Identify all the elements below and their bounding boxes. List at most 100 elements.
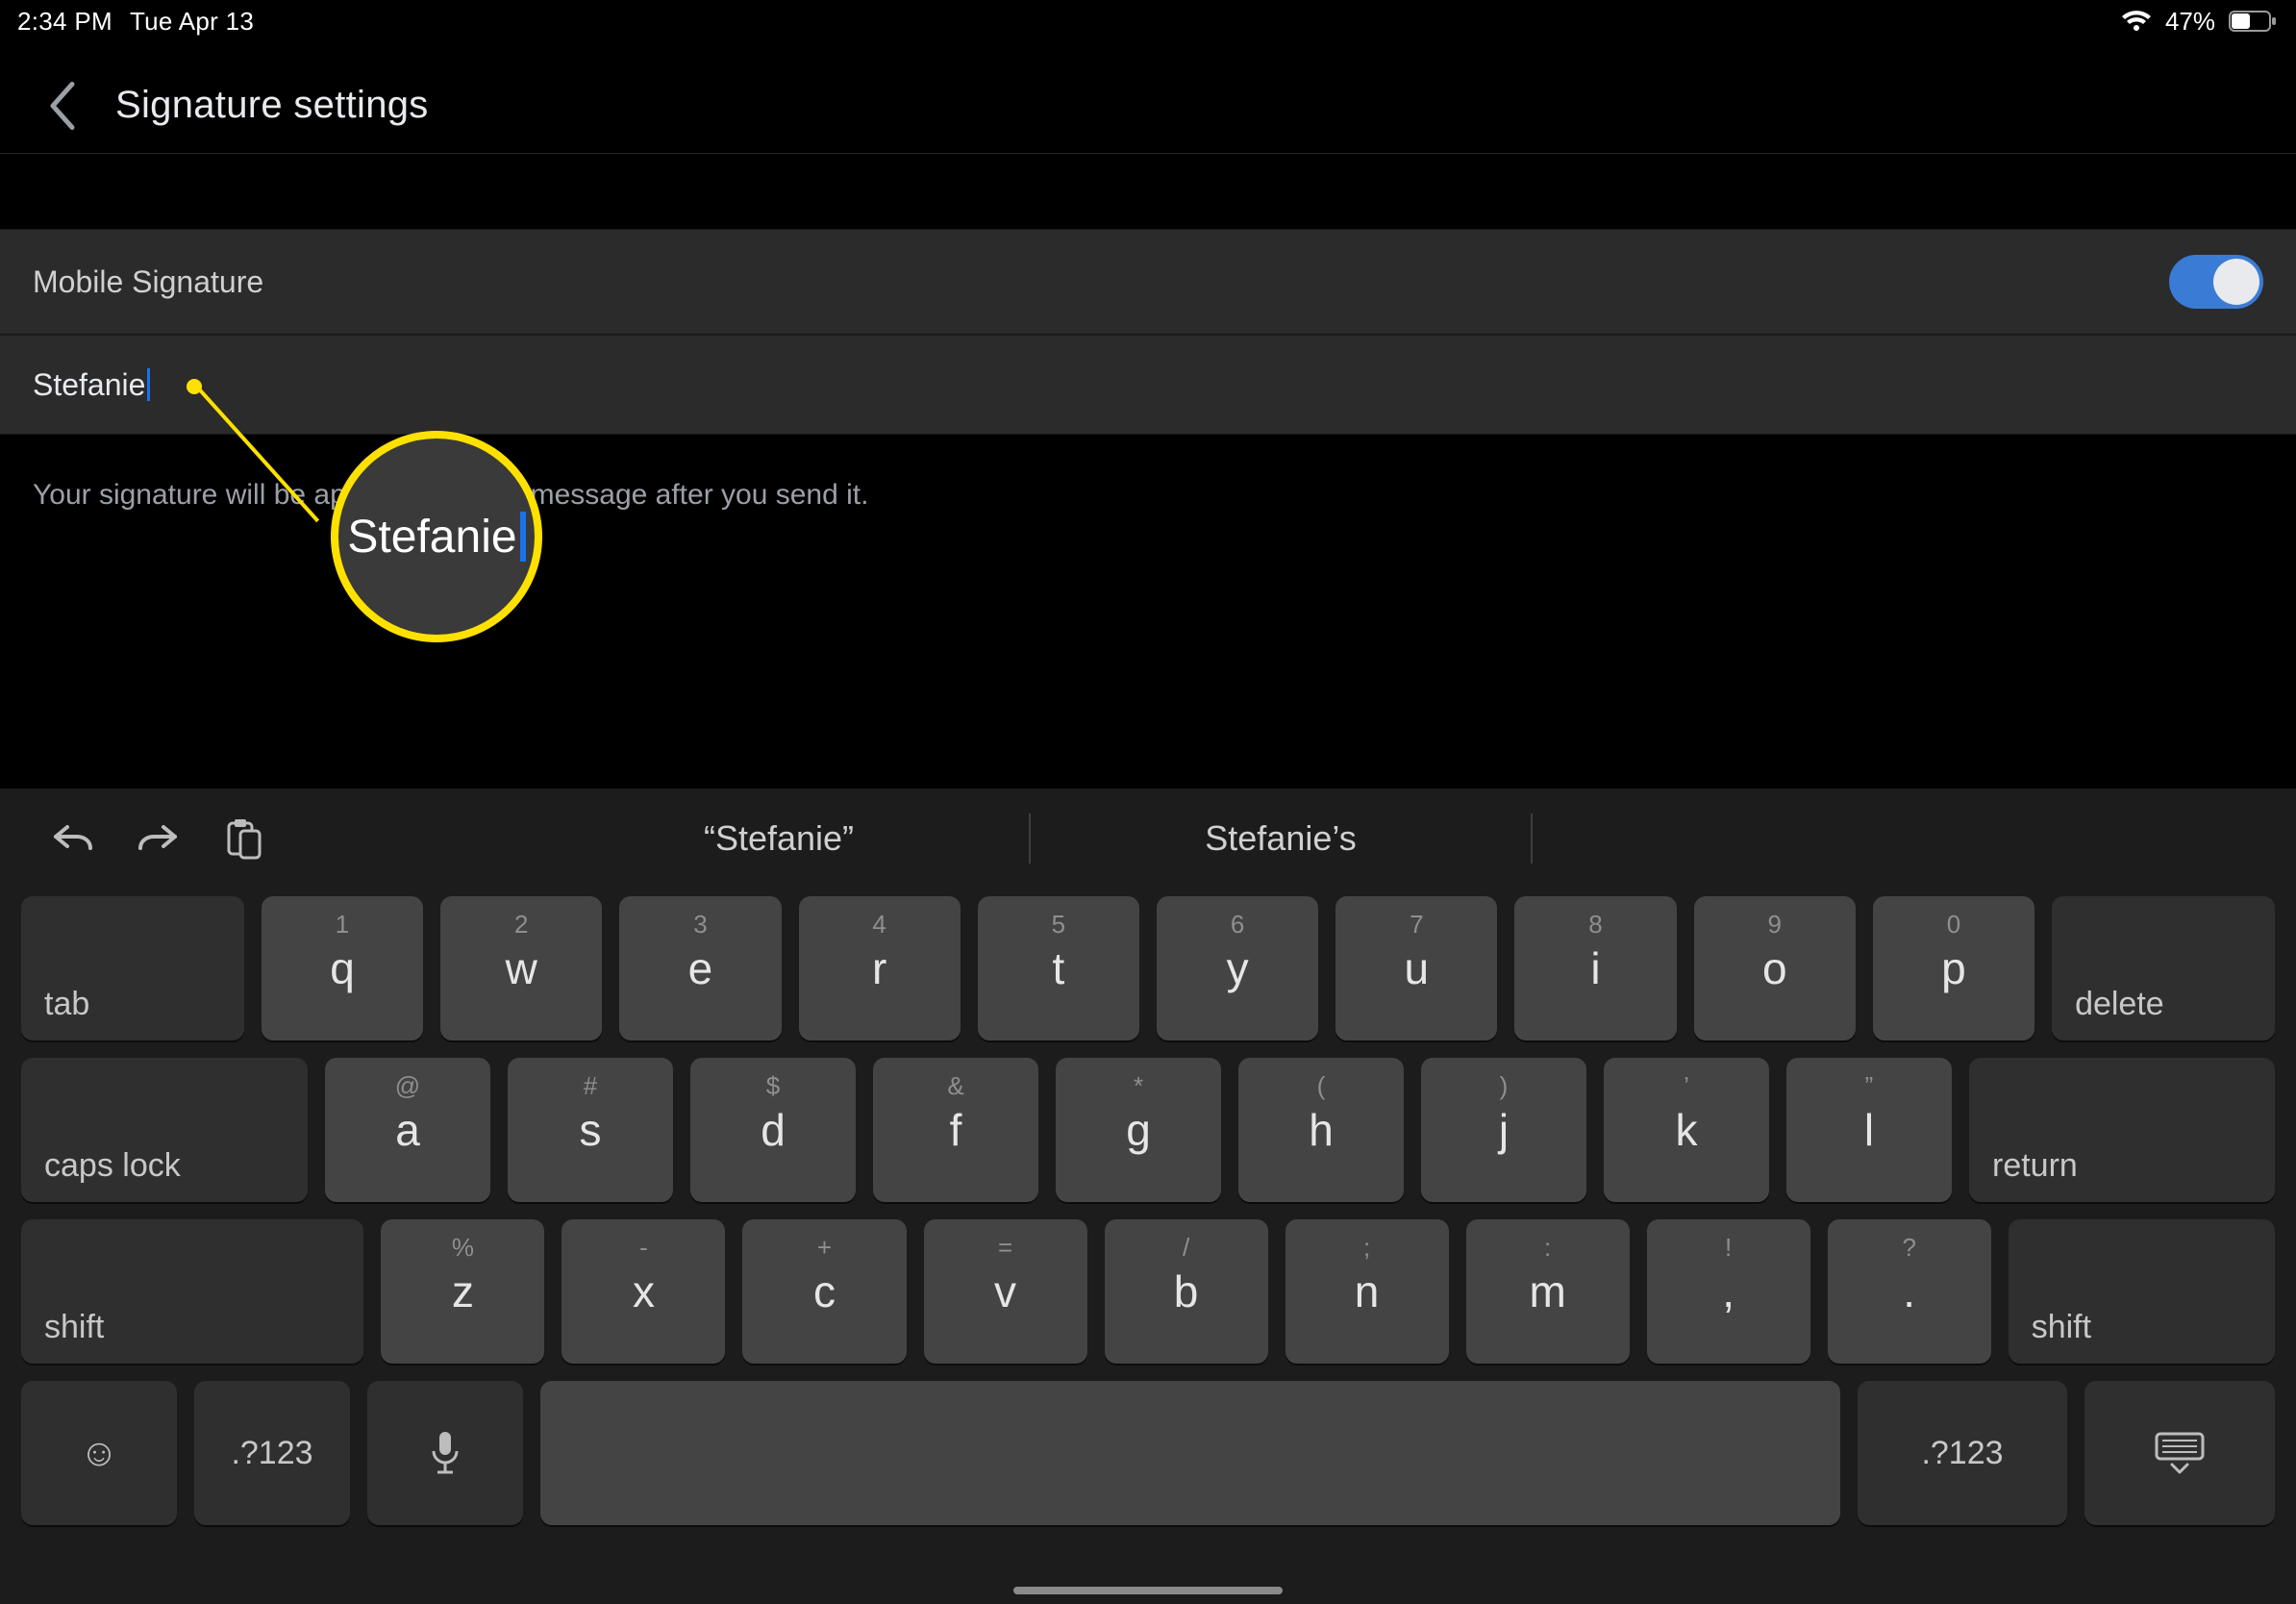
key-hint: + — [817, 1233, 832, 1263]
key-m[interactable]: :m — [1466, 1219, 1630, 1364]
key-label: d — [761, 1104, 786, 1156]
key-v[interactable]: =v — [924, 1219, 1087, 1364]
key-label: c — [813, 1266, 836, 1317]
key-i[interactable]: 8i — [1514, 896, 1676, 1040]
key-q[interactable]: 1q — [262, 896, 423, 1040]
emoji-icon: ☺ — [80, 1432, 119, 1475]
key-b[interactable]: /b — [1105, 1219, 1268, 1364]
key-hint: 7 — [1410, 910, 1423, 940]
key-hint: = — [998, 1233, 1012, 1263]
key-n[interactable]: ;n — [1285, 1219, 1449, 1364]
key-u[interactable]: 7u — [1335, 896, 1497, 1040]
key-c[interactable]: +c — [742, 1219, 906, 1364]
key-label: caps lock — [44, 1147, 181, 1185]
signature-field-row[interactable]: Stefanie — [0, 335, 2296, 435]
key-numbers-left[interactable]: .?123 — [194, 1381, 350, 1525]
key-label: m — [1529, 1266, 1565, 1317]
key-y[interactable]: 6y — [1157, 896, 1318, 1040]
key-label: g — [1126, 1104, 1151, 1156]
key-e[interactable]: 3e — [619, 896, 781, 1040]
key-f[interactable]: &f — [873, 1058, 1038, 1202]
key-hint: ’ — [1684, 1071, 1689, 1101]
key-hint: * — [1134, 1071, 1143, 1101]
key-shift-right[interactable]: shift — [2009, 1219, 2275, 1364]
key-label: w — [506, 942, 537, 994]
key-p[interactable]: 0p — [1873, 896, 2034, 1040]
magnifier-callout: Stefanie — [331, 431, 542, 642]
key-a[interactable]: @a — [325, 1058, 490, 1202]
clipboard-button[interactable] — [219, 815, 265, 862]
back-button[interactable] — [29, 72, 96, 139]
key-return[interactable]: return — [1969, 1058, 2275, 1202]
battery-icon — [2229, 10, 2279, 33]
key-hint: 4 — [872, 910, 886, 940]
key-d[interactable]: $d — [690, 1058, 856, 1202]
undo-button[interactable] — [50, 815, 96, 862]
suggestion-2[interactable]: Stefanie’s — [1031, 818, 1531, 859]
key-hint: ( — [1317, 1071, 1326, 1101]
key-tab[interactable]: tab — [21, 896, 244, 1040]
key-w[interactable]: 2w — [440, 896, 602, 1040]
key-g[interactable]: *g — [1056, 1058, 1221, 1202]
key-k[interactable]: ’k — [1604, 1058, 1769, 1202]
key-o[interactable]: 9o — [1694, 896, 1856, 1040]
key-emoji[interactable]: ☺ — [21, 1381, 177, 1525]
key-hint: : — [1544, 1233, 1551, 1263]
key-shift-left[interactable]: shift — [21, 1219, 363, 1364]
key-hint: $ — [766, 1071, 780, 1101]
key-period[interactable]: ?. — [1828, 1219, 1991, 1364]
key-delete[interactable]: delete — [2052, 896, 2275, 1040]
key-numbers-right[interactable]: .?123 — [1858, 1381, 2067, 1525]
key-label: shift — [2032, 1309, 2091, 1346]
key-dismiss-keyboard[interactable] — [2084, 1381, 2275, 1525]
key-l[interactable]: ”l — [1786, 1058, 1952, 1202]
key-label: r — [872, 942, 886, 994]
key-label: z — [452, 1266, 474, 1317]
key-comma[interactable]: !, — [1647, 1219, 1810, 1364]
status-time: 2:34 PM — [17, 7, 112, 37]
key-hint: ” — [1865, 1071, 1874, 1101]
magnifier-caret-icon — [520, 512, 526, 562]
key-hint: 8 — [1588, 910, 1602, 940]
key-label: f — [950, 1104, 962, 1156]
signature-input-value: Stefanie — [33, 367, 145, 403]
key-hint: & — [947, 1071, 963, 1101]
dismiss-keyboard-icon — [2153, 1430, 2207, 1476]
key-h[interactable]: (h — [1238, 1058, 1404, 1202]
key-label: shift — [44, 1309, 104, 1346]
redo-button[interactable] — [135, 815, 181, 862]
key-dictation[interactable] — [367, 1381, 523, 1525]
text-caret-icon — [147, 368, 150, 401]
key-hint: 3 — [693, 910, 707, 940]
key-j[interactable]: )j — [1421, 1058, 1586, 1202]
key-label: k — [1676, 1104, 1698, 1156]
status-date: Tue Apr 13 — [130, 7, 254, 37]
home-indicator[interactable] — [1013, 1587, 1283, 1594]
key-label: b — [1174, 1266, 1199, 1317]
mobile-signature-toggle[interactable] — [2169, 255, 2263, 309]
key-t[interactable]: 5t — [978, 896, 1139, 1040]
key-label: e — [688, 942, 713, 994]
key-label: tab — [44, 986, 89, 1023]
key-label: u — [1405, 942, 1430, 994]
key-s[interactable]: #s — [508, 1058, 673, 1202]
key-hint: 6 — [1231, 910, 1244, 940]
key-hint: 1 — [336, 910, 349, 940]
key-label: t — [1052, 942, 1064, 994]
suggestion-1[interactable]: “Stefanie” — [529, 818, 1029, 859]
key-label: a — [395, 1104, 420, 1156]
key-hint: ! — [1725, 1233, 1732, 1263]
key-hint: - — [639, 1233, 648, 1263]
key-hint: ) — [1500, 1071, 1509, 1101]
key-space[interactable] — [540, 1381, 1840, 1525]
key-label: j — [1499, 1104, 1509, 1156]
key-r[interactable]: 4r — [799, 896, 961, 1040]
key-z[interactable]: %z — [381, 1219, 544, 1364]
key-hint: % — [452, 1233, 474, 1263]
key-capslock[interactable]: caps lock — [21, 1058, 308, 1202]
key-label: q — [330, 942, 355, 994]
key-label: x — [633, 1266, 655, 1317]
magnifier-text: Stefanie — [347, 511, 516, 564]
key-x[interactable]: -x — [562, 1219, 725, 1364]
microphone-icon — [429, 1430, 462, 1476]
